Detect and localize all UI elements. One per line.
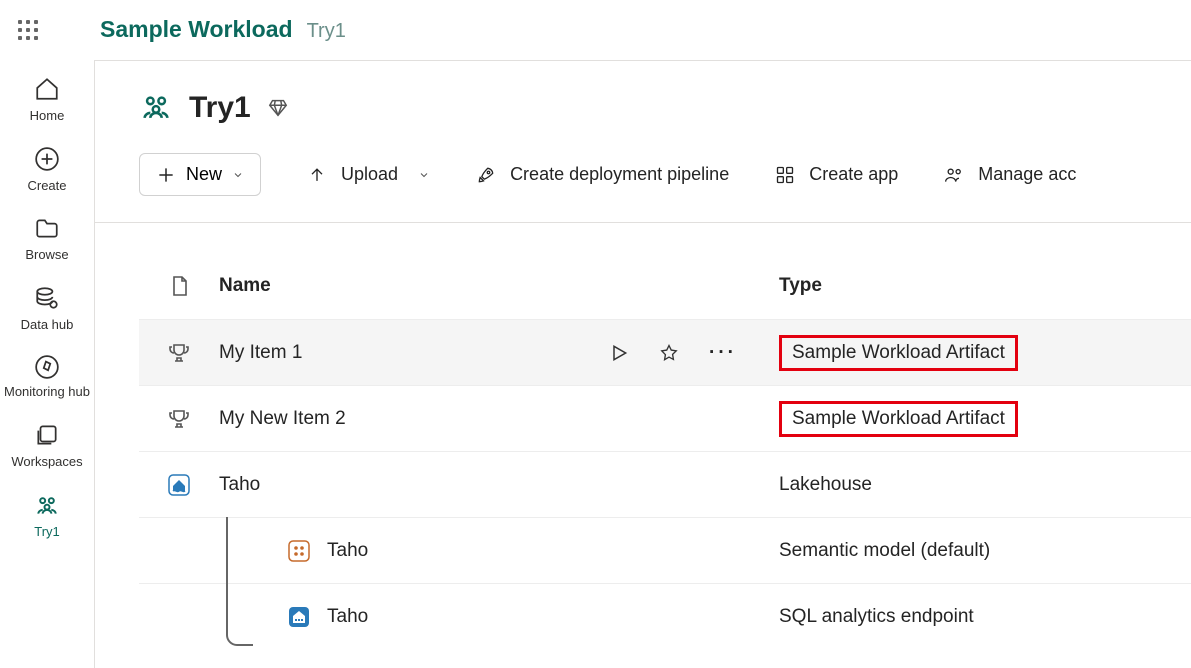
- chevron-down-icon: [418, 169, 430, 181]
- table-row[interactable]: Taho Lakehouse: [139, 451, 1191, 517]
- database-icon: [34, 285, 60, 311]
- diamond-icon[interactable]: [267, 97, 289, 119]
- breadcrumb-root[interactable]: Sample Workload: [100, 16, 293, 43]
- sql-endpoint-icon: [287, 605, 311, 629]
- nav-create-label: Create: [27, 178, 66, 194]
- nav-monitoring-label: Monitoring hub: [4, 384, 90, 400]
- item-type: Sample Workload Artifact: [779, 335, 1018, 371]
- nav-datahub-label: Data hub: [21, 317, 74, 333]
- item-name: My Item 1: [219, 342, 302, 364]
- create-app-button[interactable]: Create app: [775, 164, 898, 185]
- rocket-icon: [476, 165, 496, 185]
- item-type: Lakehouse: [779, 474, 872, 495]
- nav-monitoring[interactable]: Monitoring hub: [0, 354, 94, 400]
- nav-datahub[interactable]: Data hub: [0, 285, 94, 333]
- upload-button[interactable]: Upload: [307, 164, 430, 185]
- nav-home[interactable]: Home: [0, 76, 94, 124]
- column-header-name[interactable]: Name: [219, 275, 609, 297]
- create-app-label: Create app: [809, 164, 898, 185]
- nav-browse-label: Browse: [25, 247, 68, 263]
- table-header-row: Name Type: [139, 253, 1191, 319]
- nav-home-label: Home: [30, 108, 65, 124]
- item-name: Taho: [327, 540, 368, 562]
- breadcrumb: Sample Workload Try1: [100, 16, 346, 43]
- apps-icon: [775, 165, 795, 185]
- file-icon: [167, 274, 191, 298]
- new-button[interactable]: New: [139, 153, 261, 196]
- nav-workspaces-label: Workspaces: [11, 454, 82, 470]
- workspace-toolbar: New Upload Create deployment pipeline Cr…: [95, 125, 1191, 223]
- item-type: Semantic model (default): [779, 540, 990, 561]
- manage-access-button[interactable]: Manage acc: [944, 164, 1076, 185]
- breadcrumb-current[interactable]: Try1: [307, 20, 346, 43]
- table-row[interactable]: My Item 1 ··· Sample Workload Artifact: [139, 319, 1191, 385]
- new-button-label: New: [186, 164, 222, 185]
- table-row[interactable]: Taho SQL analytics endpoint: [139, 583, 1191, 649]
- nav-try1[interactable]: Try1: [0, 492, 94, 540]
- item-type: SQL analytics endpoint: [779, 606, 974, 627]
- compass-icon: [34, 354, 60, 380]
- folder-icon: [34, 215, 60, 241]
- workspace-people-icon: [139, 91, 173, 125]
- upload-label: Upload: [341, 164, 398, 185]
- table-row[interactable]: My New Item 2 Sample Workload Artifact: [139, 385, 1191, 451]
- nav-create[interactable]: Create: [0, 146, 94, 194]
- item-type: Sample Workload Artifact: [779, 401, 1018, 437]
- semantic-model-icon: [287, 539, 311, 563]
- nav-try1-label: Try1: [34, 524, 60, 540]
- chevron-down-icon: [232, 169, 244, 181]
- nav-workspaces[interactable]: Workspaces: [0, 422, 94, 470]
- trophy-icon: [167, 341, 191, 365]
- create-pipeline-button[interactable]: Create deployment pipeline: [476, 164, 729, 185]
- star-icon[interactable]: [659, 343, 679, 363]
- nav-browse[interactable]: Browse: [0, 215, 94, 263]
- item-name: Taho: [219, 474, 260, 496]
- left-navigation: Home Create Browse Data hub Monitoring h…: [0, 60, 94, 668]
- create-pipeline-label: Create deployment pipeline: [510, 164, 729, 185]
- item-name: Taho: [327, 606, 368, 628]
- play-icon[interactable]: [609, 343, 629, 363]
- people-icon: [34, 492, 60, 518]
- app-launcher-icon[interactable]: [18, 20, 38, 40]
- plus-circle-icon: [34, 146, 60, 172]
- more-icon[interactable]: ···: [709, 342, 737, 364]
- lakehouse-icon: [167, 473, 191, 497]
- workspace-title: Try1: [189, 91, 251, 125]
- trophy-icon: [167, 407, 191, 431]
- workspaces-icon: [34, 422, 60, 448]
- manage-access-icon: [944, 165, 964, 185]
- manage-access-label: Manage acc: [978, 164, 1076, 185]
- table-row[interactable]: Taho Semantic model (default): [139, 517, 1191, 583]
- upload-icon: [307, 165, 327, 185]
- column-header-type[interactable]: Type: [779, 275, 1191, 297]
- home-icon: [34, 76, 60, 102]
- plus-icon: [156, 165, 176, 185]
- item-name: My New Item 2: [219, 408, 346, 430]
- items-table: Name Type My Item 1 ··· Sample Workload …: [139, 253, 1191, 649]
